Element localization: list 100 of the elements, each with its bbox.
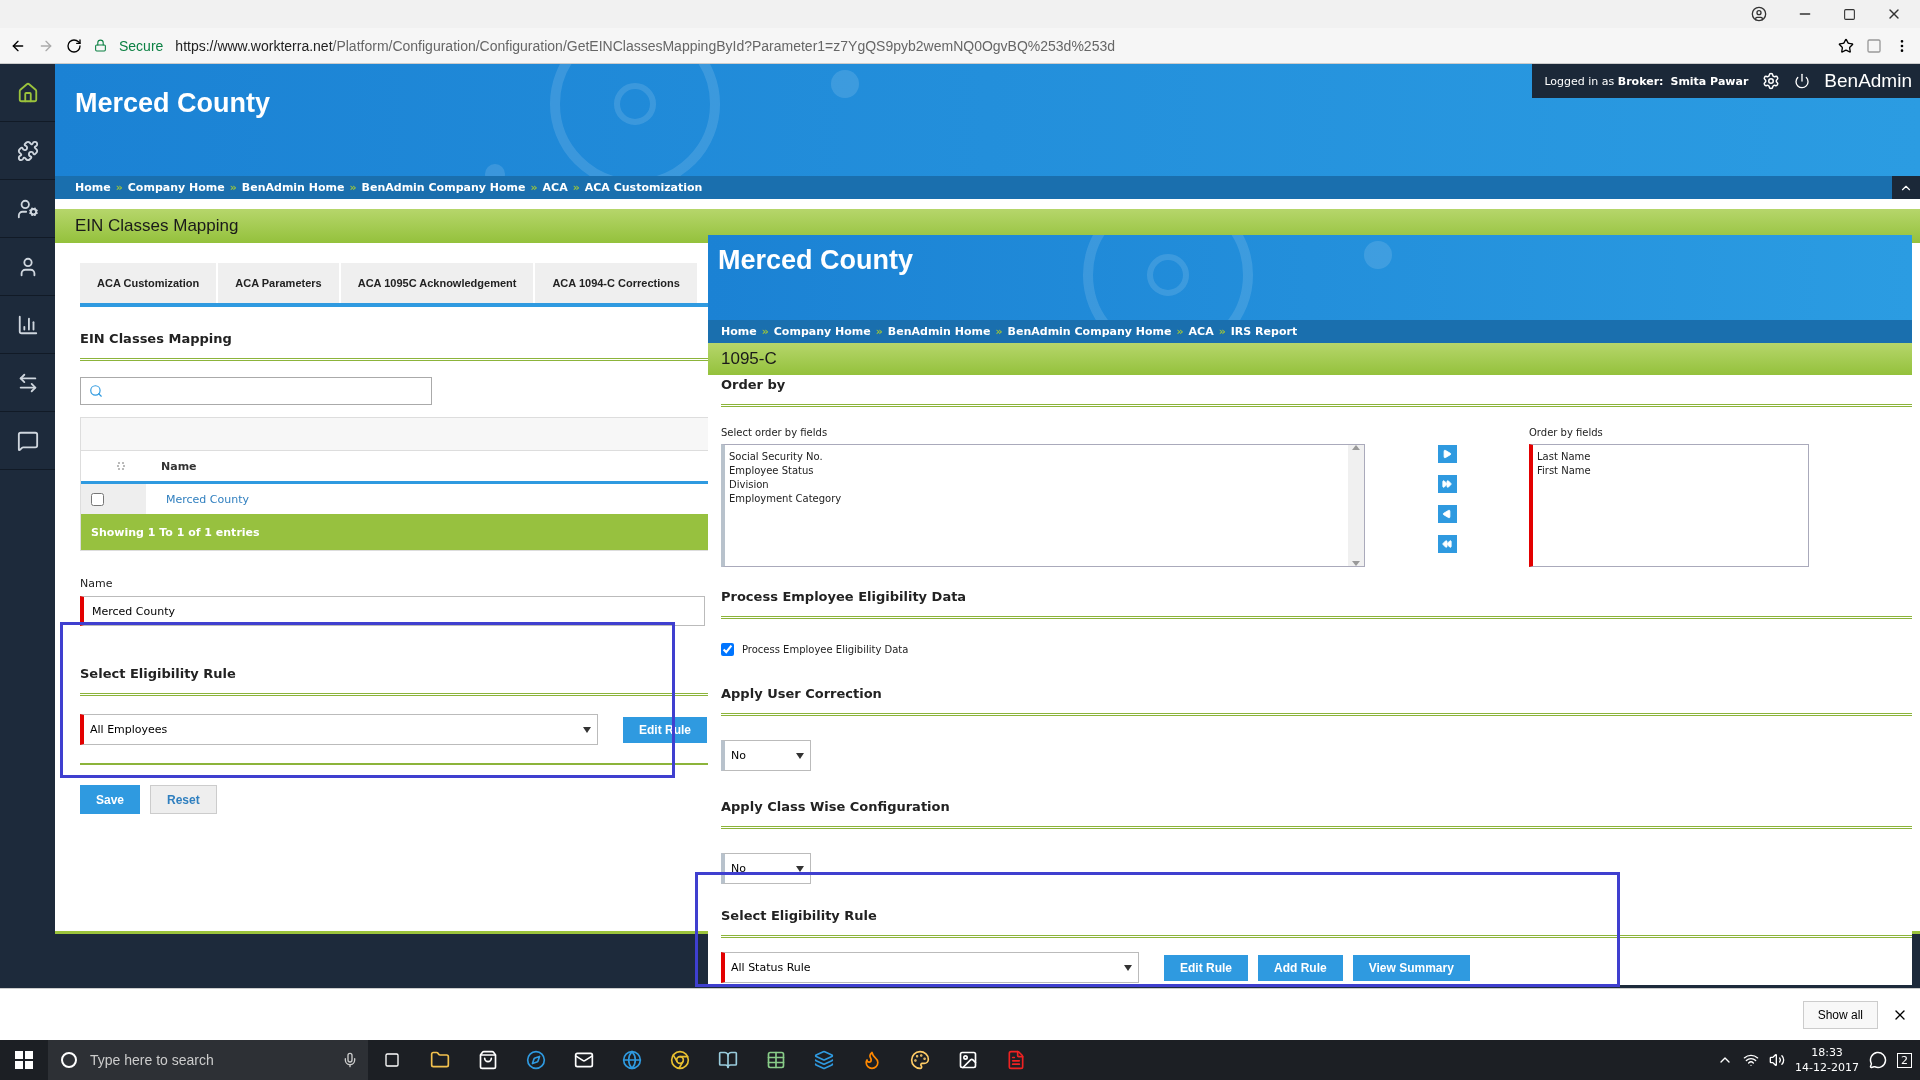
breadcrumb-link[interactable]: Home <box>721 325 757 338</box>
dropdown-caret-icon <box>796 752 804 759</box>
taskbar-search-field[interactable]: Type here to search <box>90 1052 214 1068</box>
breadcrumb-link[interactable]: BenAdmin Home <box>887 325 991 338</box>
list-option[interactable]: Last Name <box>1537 450 1591 464</box>
eligibility-select[interactable]: All Employees <box>80 714 598 745</box>
breadcrumb-separator: » <box>530 181 538 194</box>
move-all-left-button[interactable] <box>1437 535 1457 553</box>
spreadsheet-icon[interactable] <box>766 1050 786 1070</box>
field-label: Order by fields <box>1529 427 1604 438</box>
table-cell-link[interactable]: Merced County <box>146 492 249 506</box>
move-right-button[interactable] <box>1437 445 1457 463</box>
breadcrumb-link[interactable]: BenAdmin Company Home <box>361 181 526 194</box>
store-icon[interactable] <box>478 1050 498 1070</box>
breadcrumb-separator: » <box>229 181 237 194</box>
checkbox-label: Process Employee Eligibility Data <box>742 644 909 655</box>
tab[interactable]: ACA Customization <box>80 263 217 303</box>
compass-icon[interactable] <box>526 1050 546 1070</box>
collapse-button[interactable] <box>1892 176 1920 199</box>
user-correction-select[interactable]: No <box>721 740 811 771</box>
windows-logo-icon[interactable] <box>15 1051 33 1069</box>
breadcrumb-separator: » <box>572 181 580 194</box>
breadcrumb-link[interactable]: ACA <box>542 181 568 194</box>
checkbox[interactable] <box>721 643 734 656</box>
pdf-icon[interactable] <box>1006 1050 1026 1070</box>
microphone-icon[interactable] <box>342 1052 358 1068</box>
move-right-icon[interactable] <box>1442 449 1452 459</box>
eligibility-select[interactable]: All Status Rule <box>721 952 1139 983</box>
mail-icon[interactable] <box>574 1050 594 1070</box>
section-title: Select Eligibility Rule <box>721 908 1912 938</box>
name-field[interactable]: Merced County <box>80 596 705 626</box>
restore-icon[interactable] <box>1843 7 1856 21</box>
breadcrumb-link[interactable]: ACA <box>1188 325 1214 338</box>
dropdown-caret-icon <box>583 726 591 733</box>
class-wise-select[interactable]: No <box>721 853 811 884</box>
user-settings-icon[interactable] <box>16 197 39 220</box>
notifications-icon[interactable] <box>1869 1051 1887 1069</box>
search-field[interactable] <box>80 377 432 405</box>
bookmark-star-icon[interactable] <box>1838 37 1854 54</box>
list-option[interactable]: Employment Category <box>729 492 842 506</box>
folder-icon[interactable] <box>430 1050 450 1070</box>
breadcrumb-link[interactable]: BenAdmin Company Home <box>1007 325 1172 338</box>
breadcrumb-link[interactable]: IRS Report <box>1230 325 1298 338</box>
move-all-right-icon[interactable] <box>1442 479 1452 489</box>
tab[interactable]: ACA 1095C Acknowledgement <box>340 263 534 303</box>
reset-button[interactable]: Reset <box>150 785 217 814</box>
selected-fields-list[interactable]: Last Name First Name <box>1529 444 1809 567</box>
volume-icon[interactable] <box>1769 1052 1786 1068</box>
book-icon[interactable] <box>718 1050 738 1070</box>
tab[interactable]: ACA 1094-C Corrections <box>535 263 697 303</box>
puzzle-icon[interactable] <box>16 139 39 162</box>
address-field[interactable]: https://www.workterra.net/Platform/Configuration/Configuration/GetEINClassesMappingById?Parameter1=z7YgQS9pyb2wemNQ0OgvBQ%253d%253d <box>175 37 1826 54</box>
column-header: Name <box>161 459 197 473</box>
cortana-circle-icon[interactable] <box>60 1051 78 1069</box>
breadcrumb-link[interactable]: Company Home <box>773 325 871 338</box>
row-checkbox[interactable] <box>91 492 104 506</box>
company-title: Merced County <box>718 245 914 276</box>
network-icon[interactable] <box>1743 1052 1760 1068</box>
show-all-button[interactable]: Show all <box>1802 1000 1878 1029</box>
settings-icon[interactable] <box>1762 72 1781 90</box>
company-title: Merced County <box>75 88 271 119</box>
breadcrumb-link[interactable]: Company Home <box>127 181 225 194</box>
secure-label: Secure <box>119 37 164 54</box>
flame-icon[interactable] <box>862 1050 882 1070</box>
image-icon[interactable] <box>958 1050 978 1070</box>
account-icon[interactable] <box>1751 6 1767 22</box>
notification-count: 2 <box>1897 1052 1912 1068</box>
breadcrumb-separator: » <box>349 181 357 194</box>
field-label: Name <box>80 577 114 590</box>
paint-icon[interactable] <box>910 1050 930 1070</box>
list-option[interactable]: Employee Status <box>729 464 814 478</box>
breadcrumb-link[interactable]: ACA Customization <box>584 181 703 194</box>
dropdown-caret-icon <box>796 865 804 872</box>
bar-chart-icon[interactable] <box>16 313 39 336</box>
power-icon[interactable] <box>1794 73 1811 89</box>
chat-icon[interactable] <box>16 429 39 452</box>
section-title: Order by <box>721 377 1912 407</box>
move-left-icon[interactable] <box>1442 509 1452 519</box>
breadcrumb-separator: » <box>115 181 123 194</box>
section-title: Process Employee Eligibility Data <box>721 589 1912 619</box>
move-all-right-button[interactable] <box>1437 475 1457 493</box>
reload-icon[interactable] <box>66 37 82 54</box>
home-icon[interactable] <box>16 81 39 104</box>
breadcrumb-separator: » <box>1176 325 1184 338</box>
move-all-left-icon[interactable] <box>1442 539 1452 549</box>
list-option[interactable]: Social Security No. <box>729 450 823 464</box>
section-title: Apply User Correction <box>721 686 1912 716</box>
available-fields-list[interactable]: Social Security No. Employee Status Division Employment Category <box>721 444 1365 567</box>
breadcrumb-link[interactable]: BenAdmin Home <box>241 181 345 194</box>
tab[interactable]: ACA Parameters <box>218 263 339 303</box>
table-footer-text: Showing 1 To 1 of 1 entries <box>91 525 260 539</box>
clock[interactable]: 18:33 14-12-2017 <box>1795 1045 1859 1075</box>
task-view-icon[interactable] <box>384 1052 400 1068</box>
list-option[interactable]: Division <box>729 478 769 492</box>
browser-icon[interactable] <box>622 1050 642 1070</box>
breadcrumb-link[interactable]: Home <box>75 181 111 194</box>
list-option[interactable]: First Name <box>1537 464 1591 478</box>
move-left-button[interactable] <box>1437 505 1457 523</box>
dropdown-caret-icon <box>1124 964 1132 971</box>
chrome-icon[interactable] <box>670 1050 690 1070</box>
